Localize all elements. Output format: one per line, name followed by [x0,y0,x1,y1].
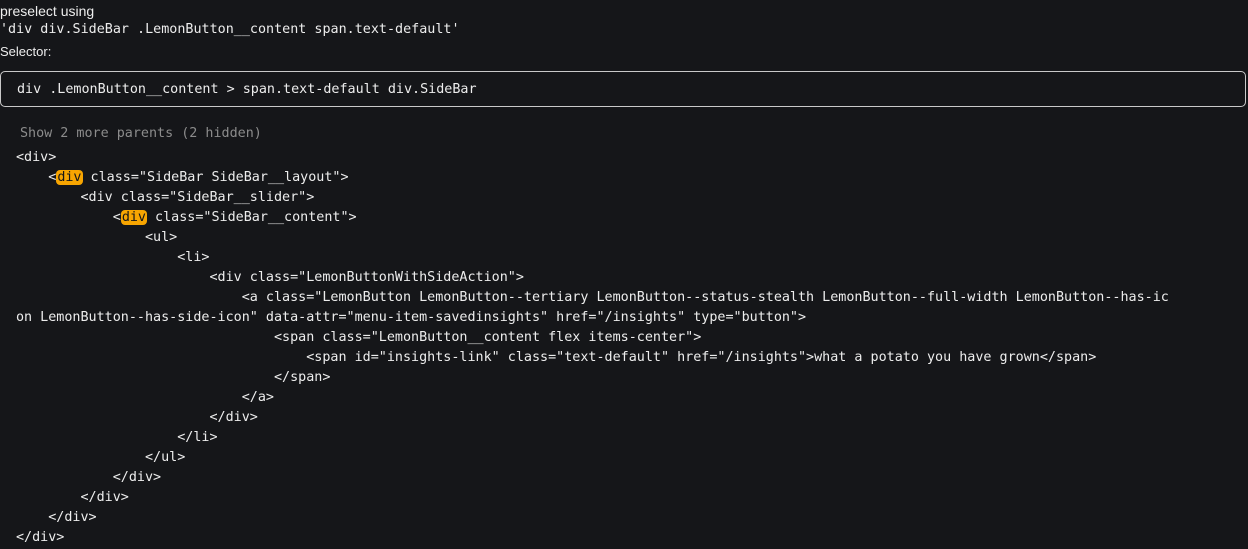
tree-line: <li> [16,248,1244,268]
tree-line-text: <a class="LemonButton LemonButton--terti… [16,290,1169,305]
tree-line-text: <div> [16,150,57,165]
tree-line-text: on LemonButton--has-side-icon" data-attr… [16,310,807,325]
selector-input[interactable] [0,71,1246,107]
tree-line-text: <div class="LemonButtonWithSideAction"> [16,270,524,285]
preselect-selector-text: 'div div.SideBar .LemonButton__content s… [0,22,460,37]
tree-line: <div class="SideBar SideBar__layout"> [16,168,1244,188]
tree-line: </div> [16,468,1244,488]
tree-line: </div> [16,508,1244,528]
tree-line: <span id="insights-link" class="text-def… [16,348,1244,368]
tree-line-text: </li> [16,430,218,445]
tree-line-text: <div class="SideBar__slider"> [16,190,315,205]
tree-line-text: </div> [16,490,129,505]
tree-line: </span> [16,368,1244,388]
tree-line-text: </div> [16,530,65,545]
preselect-label: preselect using [0,3,95,19]
tree-line-text: </a> [16,390,274,405]
tree-line: <span class="LemonButton__content flex i… [16,328,1244,348]
tree-line-text: <span class="LemonButton__content flex i… [16,330,702,345]
tree-line: on LemonButton--has-side-icon" data-attr… [16,308,1244,328]
tree-line: </div> [16,488,1244,508]
tree-line-text: <span id="insights-link" class="text-def… [16,350,1097,365]
html-element-tree: <div> <div class="SideBar SideBar__layou… [16,148,1244,548]
tree-line-attributes: class="SideBar SideBar__layout"> [82,170,349,185]
tree-line: <div class="SideBar__slider"> [16,188,1244,208]
selector-label: Selector: [0,44,52,59]
tree-line-text: </div> [16,510,97,525]
tree-line-text: < [16,170,57,185]
tree-line-attributes: class="SideBar__content"> [147,210,357,225]
tree-line-text: </div> [16,410,258,425]
tree-line-text: </ul> [16,450,186,465]
tree-line-text: </div> [16,470,162,485]
tree-line: <a class="LemonButton LemonButton--terti… [16,288,1244,308]
tree-line: <div class="LemonButtonWithSideAction"> [16,268,1244,288]
tree-line-text: </span> [16,370,331,385]
tree-line: </a> [16,388,1244,408]
tree-line: </div> [16,408,1244,428]
tree-line: </li> [16,428,1244,448]
tag-highlight-toggle[interactable]: div [56,170,83,185]
tag-highlight-toggle[interactable]: div [120,210,147,225]
tree-line: <div class="SideBar__content"> [16,208,1244,228]
tree-line-text: < [16,210,121,225]
tree-line-text: <li> [16,250,210,265]
tree-line: <ul> [16,228,1244,248]
tree-line: <div> [16,148,1244,168]
tree-line: </ul> [16,448,1244,468]
tree-line: </div> [16,528,1244,548]
tree-line-text: <ul> [16,230,178,245]
show-more-parents-button[interactable]: Show 2 more parents (2 hidden) [20,125,262,143]
